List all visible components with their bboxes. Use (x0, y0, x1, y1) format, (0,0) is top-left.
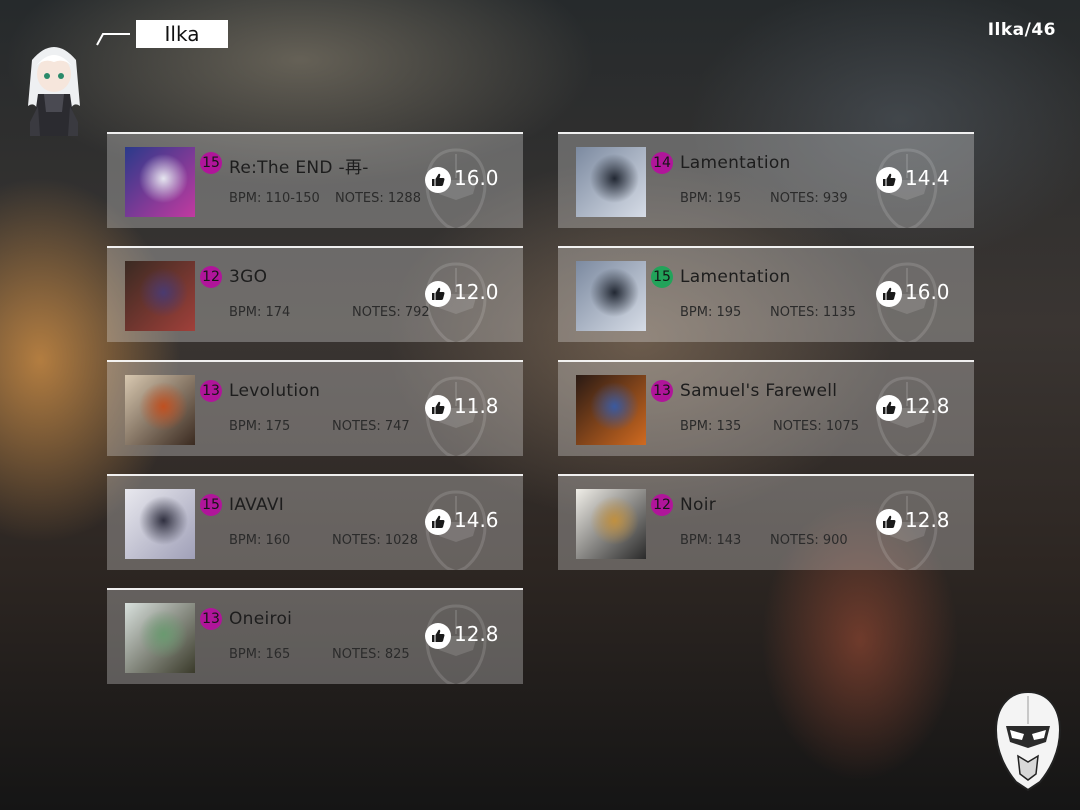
thumbs-up-icon (876, 509, 902, 535)
difficulty-level-badge: 15 (200, 494, 222, 516)
player-progress: Ilka/46 (987, 20, 1056, 40)
rating-value: 12.0 (454, 280, 499, 304)
difficulty-level-badge: 13 (651, 380, 673, 402)
thumbs-up-icon (876, 167, 902, 193)
song-cover-art (576, 489, 646, 559)
rating-value: 16.0 (905, 280, 950, 304)
rating-value: 12.8 (905, 508, 950, 532)
song-bpm: BPM: 160 (229, 533, 291, 548)
song-title: Levolution (229, 381, 321, 401)
song-cover-art (125, 603, 195, 673)
rating-value: 12.8 (454, 622, 499, 646)
song-bpm: BPM: 195 (680, 191, 742, 206)
thumbs-up-icon (425, 167, 451, 193)
song-bpm: BPM: 174 (229, 305, 291, 320)
song-cover-art (576, 375, 646, 445)
song-title: Oneiroi (229, 609, 293, 629)
thumbs-up-icon (425, 623, 451, 649)
song-card[interactable]: 12 3GO BPM: 174 NOTES: 792 12.0 (107, 246, 523, 342)
song-notes-count: NOTES: 939 (770, 191, 848, 206)
thumbs-up-icon (425, 395, 451, 421)
song-title: Lamentation (680, 267, 791, 287)
song-bpm: BPM: 165 (229, 647, 291, 662)
thumbs-up-icon (425, 281, 451, 307)
rating-value: 12.8 (905, 394, 950, 418)
song-title: IAVAVI (229, 495, 285, 515)
difficulty-level-badge: 15 (200, 152, 222, 174)
name-connector-line (96, 33, 130, 46)
song-notes-count: NOTES: 900 (770, 533, 848, 548)
song-cover-art (125, 147, 195, 217)
song-cover-art (125, 375, 195, 445)
song-notes-count: NOTES: 792 (352, 305, 430, 320)
song-cover-art (125, 261, 195, 331)
rating-value: 14.4 (905, 166, 950, 190)
song-card[interactable]: 15 Lamentation BPM: 195 NOTES: 1135 16.0 (558, 246, 974, 342)
difficulty-level-badge: 12 (651, 494, 673, 516)
thumbs-up-icon (876, 281, 902, 307)
robot-mascot-icon[interactable] (992, 690, 1064, 792)
song-cover-art (125, 489, 195, 559)
song-bpm: BPM: 143 (680, 533, 742, 548)
thumbs-up-icon (425, 509, 451, 535)
song-title: Re:The END -再- (229, 158, 369, 178)
difficulty-level-badge: 15 (651, 266, 673, 288)
player-avatar[interactable] (14, 36, 94, 140)
song-bpm: BPM: 195 (680, 305, 742, 320)
song-notes-count: NOTES: 1028 (332, 533, 418, 548)
song-title: Noir (680, 495, 717, 515)
difficulty-level-badge: 12 (200, 266, 222, 288)
song-card[interactable]: 15 Re:The END -再- BPM: 110-150 NOTES: 1288 1… (107, 132, 523, 228)
thumbs-up-icon (876, 395, 902, 421)
song-cover-art (576, 147, 646, 217)
song-card[interactable]: 14 Lamentation BPM: 195 NOTES: 939 14.4 (558, 132, 974, 228)
rating-value: 11.8 (454, 394, 499, 418)
song-title: 3GO (229, 267, 268, 287)
song-bpm: BPM: 135 (680, 419, 742, 434)
song-bpm: BPM: 175 (229, 419, 291, 434)
song-title: Lamentation (680, 153, 791, 173)
song-bpm: BPM: 110-150 (229, 191, 320, 206)
player-name: Ilka (136, 20, 228, 48)
song-card[interactable]: 13 Samuel's Farewell BPM: 135 NOTES: 1075 12… (558, 360, 974, 456)
song-card[interactable]: 13 Oneiroi BPM: 165 NOTES: 825 12.8 (107, 588, 523, 684)
difficulty-level-badge: 13 (200, 380, 222, 402)
song-notes-count: NOTES: 1135 (770, 305, 856, 320)
song-card[interactable]: 13 Levolution BPM: 175 NOTES: 747 11.8 (107, 360, 523, 456)
song-card[interactable]: 15 IAVAVI BPM: 160 NOTES: 1028 14.6 (107, 474, 523, 570)
difficulty-level-badge: 14 (651, 152, 673, 174)
song-notes-count: NOTES: 747 (332, 419, 410, 434)
song-notes-count: NOTES: 1075 (773, 419, 859, 434)
rating-value: 14.6 (454, 508, 499, 532)
difficulty-level-badge: 13 (200, 608, 222, 630)
rating-value: 16.0 (454, 166, 499, 190)
song-notes-count: NOTES: 1288 (335, 191, 421, 206)
song-title: Samuel's Farewell (680, 381, 838, 401)
song-notes-count: NOTES: 825 (332, 647, 410, 662)
song-cover-art (576, 261, 646, 331)
song-card[interactable]: 12 Noir BPM: 143 NOTES: 900 12.8 (558, 474, 974, 570)
